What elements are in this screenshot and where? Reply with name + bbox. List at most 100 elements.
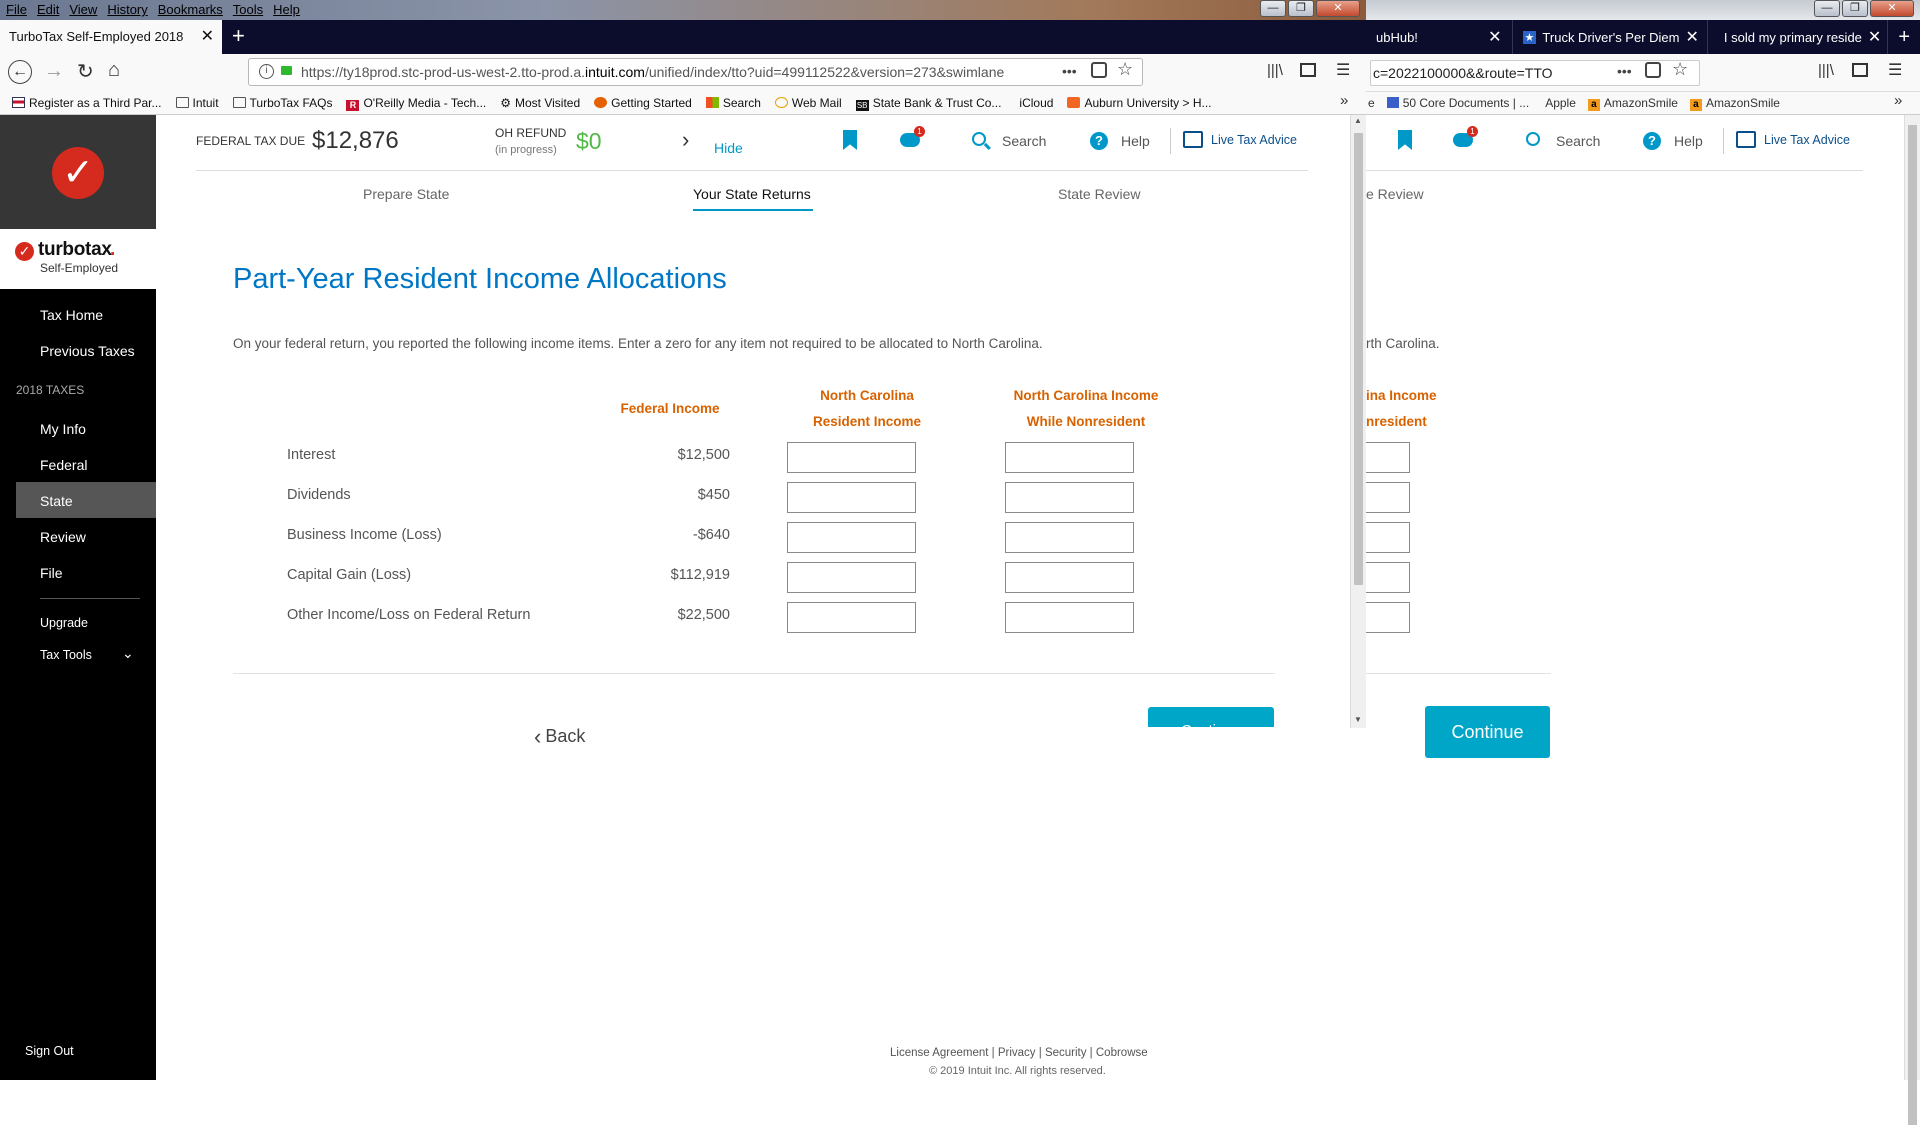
other-income-nonresident-input[interactable] <box>1005 602 1134 633</box>
other-income-resident-input[interactable] <box>787 602 916 633</box>
live-advice-icon[interactable] <box>1183 131 1203 148</box>
bookmark-item[interactable]: Auburn University > H... <box>1067 96 1212 110</box>
menu-history[interactable]: History <box>101 0 151 20</box>
home-icon[interactable]: ⌂ <box>108 59 120 82</box>
capital-gain-nonresident-input[interactable] <box>1005 562 1134 593</box>
new-tab-icon[interactable]: + <box>1888 20 1920 54</box>
dividends-resident-input[interactable] <box>787 482 916 513</box>
bookmark-item[interactable]: Search <box>705 96 761 110</box>
step-your-state-returns[interactable]: Your State Returns <box>693 186 811 202</box>
pocket-icon[interactable] <box>1091 62 1107 78</box>
dividends-nonresident-input[interactable] <box>1005 482 1134 513</box>
minimize-icon[interactable]: — <box>1814 0 1840 17</box>
new-tab-icon[interactable]: + <box>232 20 245 52</box>
search-icon[interactable] <box>1526 132 1540 146</box>
bookmarks-overflow-icon[interactable]: » <box>1894 92 1902 109</box>
search-link[interactable]: Search <box>1002 133 1046 149</box>
bookmark-icon[interactable] <box>843 130 857 150</box>
sidebar-toggle-icon[interactable] <box>1852 63 1868 77</box>
back-arrow-icon[interactable]: ← <box>8 60 32 84</box>
partial-input[interactable] <box>1366 602 1410 633</box>
reload-icon[interactable]: ↻ <box>77 59 94 84</box>
scrollbar-thumb[interactable] <box>1354 133 1363 585</box>
tab-close-icon[interactable]: ✕ <box>1488 27 1501 47</box>
sidebar-item-tax-home[interactable]: Tax Home <box>40 307 103 323</box>
close-window-icon[interactable]: ✕ <box>1316 0 1360 17</box>
help-icon[interactable]: ? <box>1090 132 1108 150</box>
menu-view[interactable]: View <box>63 0 101 20</box>
bookmark-item[interactable]: Getting Started <box>594 96 692 110</box>
bookmark-item[interactable]: Intuit <box>175 96 219 110</box>
library-icon[interactable]: |||\ <box>1267 62 1283 79</box>
menu-edit[interactable]: Edit <box>31 0 63 20</box>
bookmark-item[interactable]: iCloud <box>1015 96 1053 110</box>
business-income-resident-input[interactable] <box>787 522 916 553</box>
sign-out-link[interactable]: Sign Out <box>25 1044 74 1058</box>
sidebar-item-state[interactable]: State <box>40 493 73 509</box>
menu-bookmarks[interactable]: Bookmarks <box>152 0 227 20</box>
turbotax-check-icon[interactable]: ✓ <box>52 147 104 199</box>
bookmark-star-icon[interactable]: ☆ <box>1117 59 1133 80</box>
sidebar-item-federal[interactable]: Federal <box>40 457 87 473</box>
background-tab[interactable]: ★ Truck Driver's Per Diem ✕ <box>1513 20 1708 54</box>
back-button[interactable]: ‹ Back <box>534 725 585 747</box>
partial-input[interactable] <box>1366 562 1410 593</box>
sidebar-item-file[interactable]: File <box>40 565 63 581</box>
partial-input[interactable] <box>1366 522 1410 553</box>
help-icon[interactable]: ? <box>1643 132 1661 150</box>
menu-file[interactable]: File <box>0 0 31 20</box>
bookmark-item[interactable]: TurboTax FAQs <box>232 96 332 110</box>
sidebar-item-previous-taxes[interactable]: Previous Taxes <box>40 343 135 359</box>
menu-help[interactable]: Help <box>267 0 304 20</box>
bookmark-item[interactable]: 50 Core Documents | ... <box>1386 96 1529 110</box>
sidebar-item-my-info[interactable]: My Info <box>40 421 86 437</box>
tab-close-icon[interactable]: ✕ <box>1868 27 1881 47</box>
page-actions-icon[interactable]: ••• <box>1617 63 1632 79</box>
continue-button[interactable]: Continue <box>1425 706 1550 758</box>
sidebar-item-tax-tools[interactable]: Tax Tools <box>40 648 92 662</box>
library-icon[interactable]: |||\ <box>1818 62 1834 79</box>
bookmark-item[interactable]: SB State Bank & Trust Co... <box>855 96 1001 111</box>
scrollbar-thumb[interactable] <box>1908 125 1917 1125</box>
scroll-up-icon[interactable]: ▲ <box>1354 116 1362 125</box>
bookmark-item[interactable]: R O'Reilly Media - Tech... <box>346 96 486 111</box>
business-income-nonresident-input[interactable] <box>1005 522 1134 553</box>
bookmark-item[interactable]: Register as a Third Par... <box>12 96 162 110</box>
license-link[interactable]: License Agreement <box>890 1047 988 1059</box>
page-actions-icon[interactable]: ••• <box>1062 63 1077 79</box>
bookmark-icon[interactable] <box>1398 130 1412 150</box>
bookmark-item[interactable]: Apple <box>1541 96 1576 110</box>
step-state-review[interactable]: State Review <box>1058 186 1140 202</box>
sidebar-item-upgrade[interactable]: Upgrade <box>40 616 88 630</box>
help-link[interactable]: Help <box>1674 133 1703 149</box>
restore-icon[interactable]: ❐ <box>1842 0 1868 17</box>
search-link[interactable]: Search <box>1556 133 1600 149</box>
bookmark-item[interactable]: Web Mail <box>774 96 842 110</box>
continue-button-clipped[interactable]: Continue <box>1148 707 1274 727</box>
sidebar-item-review[interactable]: Review <box>40 529 86 545</box>
capital-gain-resident-input[interactable] <box>787 562 916 593</box>
privacy-link[interactable]: Privacy <box>998 1047 1036 1059</box>
search-icon[interactable] <box>972 132 986 146</box>
live-advice-icon[interactable] <box>1736 131 1756 148</box>
background-tab[interactable]: I sold my primary reside ✕ <box>1708 20 1889 54</box>
step-prepare-state[interactable]: Prepare State <box>363 186 449 202</box>
url-field[interactable]: https://ty18prod.stc-prod-us-west-2.tto-… <box>248 58 1143 86</box>
pocket-icon[interactable] <box>1645 62 1661 78</box>
live-advice-link[interactable]: Live Tax Advice <box>1764 133 1850 147</box>
forward-arrow-icon[interactable]: → <box>44 60 64 83</box>
info-icon[interactable]: i <box>259 64 274 79</box>
background-tab[interactable]: ubHub! ✕ <box>1366 20 1513 54</box>
bookmark-star-icon[interactable]: ☆ <box>1672 59 1688 80</box>
bookmark-item[interactable]: a AmazonSmile <box>1587 96 1678 111</box>
tab-close-icon[interactable]: ✕ <box>1686 27 1699 47</box>
sidebar-toggle-icon[interactable] <box>1300 63 1316 77</box>
security-link[interactable]: Security <box>1045 1047 1087 1059</box>
live-advice-link[interactable]: Live Tax Advice <box>1211 133 1297 147</box>
partial-input[interactable] <box>1366 482 1410 513</box>
background-scrollbar[interactable] <box>1904 115 1920 1125</box>
chevron-down-icon[interactable]: ⌄ <box>122 645 134 662</box>
menu-icon[interactable]: ☰ <box>1336 60 1350 80</box>
menu-tools[interactable]: Tools <box>227 0 267 20</box>
bookmark-item[interactable]: a AmazonSmile <box>1689 96 1780 111</box>
